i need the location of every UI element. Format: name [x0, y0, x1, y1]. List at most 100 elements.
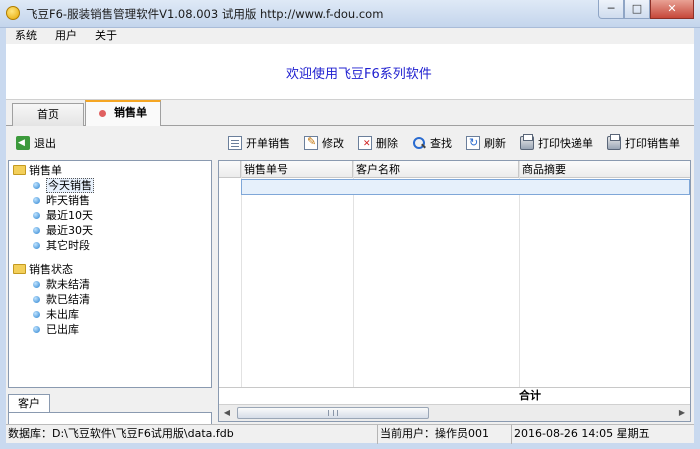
welcome-text: 欢迎使用飞豆F6系列软件 — [286, 67, 432, 82]
bullet-icon — [33, 326, 40, 333]
bullet-icon — [33, 281, 40, 288]
customer-panel — [8, 412, 212, 424]
refresh-label: 刷新 — [484, 137, 506, 150]
tree-item-label: 最近10天 — [46, 209, 93, 222]
menu-about[interactable]: 关于 — [86, 28, 126, 44]
tree-node-status[interactable]: 销售状态 — [13, 262, 90, 277]
status-database: 数据库：D:\飞豆软件\飞豆F6试用版\data.fdb — [6, 425, 378, 444]
search-button[interactable]: 查找 — [412, 134, 452, 152]
window-title: 飞豆F6-服装销售管理软件V1.08.003 试用版 http://www.f-… — [26, 7, 384, 21]
bullet-icon — [33, 311, 40, 318]
row-indicator-header — [219, 161, 241, 178]
menu-system[interactable]: 系统 — [6, 28, 46, 44]
edit-icon — [304, 135, 318, 150]
scroll-right-icon[interactable]: ▶ — [674, 405, 690, 421]
column-product-summary[interactable]: 商品摘要 — [519, 161, 690, 178]
tree-item-label: 未出库 — [46, 308, 79, 321]
exit-button[interactable]: 退出 — [16, 134, 56, 152]
tree-item-shipped[interactable]: 已出库 — [13, 322, 90, 337]
tree-item-last-30-days[interactable]: 最近30天 — [13, 223, 94, 238]
welcome-banner: 欢迎使用飞豆F6系列软件 — [6, 44, 694, 100]
tree-item-label: 款未结清 — [46, 278, 90, 291]
print-sales-button[interactable]: 打印销售单 — [607, 134, 680, 152]
refresh-icon — [466, 136, 480, 150]
category-tree: 销售单 今天销售 昨天销售 最近10天 最近30天 其它时段 销售状态 款未结清… — [8, 160, 212, 388]
tree-node-label: 销售状态 — [29, 263, 73, 276]
tree-item-label: 最近30天 — [46, 224, 93, 237]
tree-item-paid[interactable]: 款已结清 — [13, 292, 90, 307]
delete-label: 删除 — [376, 137, 398, 150]
folder-icon — [13, 165, 26, 175]
printer-icon — [520, 134, 534, 150]
column-customer-name[interactable]: 客户名称 — [353, 161, 519, 178]
column-order-number[interactable]: 销售单号 — [241, 161, 353, 178]
main-toolbar: 开单销售 修改 删除 查找 刷新 打印快递单 打印销售单 — [228, 134, 694, 152]
sales-order-grid[interactable]: 销售单号 客户名称 商品摘要 合计 ◀ ▶ — [218, 160, 691, 422]
title-bar: 飞豆F6-服装销售管理软件V1.08.003 试用版 http://www.f-… — [0, 0, 700, 28]
edit-button[interactable]: 修改 — [304, 134, 344, 152]
new-doc-icon — [228, 136, 242, 150]
tree-item-other-period[interactable]: 其它时段 — [13, 238, 94, 253]
tab-home[interactable]: 首页 — [12, 103, 84, 126]
folder-icon — [13, 264, 26, 274]
exit-label: 退出 — [34, 137, 56, 150]
tree-item-label: 其它时段 — [46, 239, 90, 252]
tab-customer[interactable]: 客户 — [8, 394, 50, 412]
tree-item-label: 昨天销售 — [46, 194, 90, 207]
left-toolbar: 退出 — [16, 134, 56, 152]
tree-item-not-shipped[interactable]: 未出库 — [13, 307, 90, 322]
delete-button[interactable]: 删除 — [358, 134, 398, 152]
print-express-label: 打印快递单 — [538, 137, 593, 150]
minimize-button[interactable]: ─ — [598, 0, 624, 19]
tab-indicator-icon — [99, 109, 106, 117]
scroll-left-icon[interactable]: ◀ — [219, 405, 235, 421]
refresh-button[interactable]: 刷新 — [466, 134, 506, 152]
tree-item-label: 已出库 — [46, 323, 79, 336]
bullet-icon — [33, 296, 40, 303]
delete-icon — [358, 136, 372, 150]
tree-group-sales: 销售单 今天销售 昨天销售 最近10天 最近30天 其它时段 — [13, 163, 94, 253]
tree-node-label: 销售单 — [29, 164, 62, 177]
bullet-icon — [33, 227, 40, 234]
print-sales-label: 打印销售单 — [625, 137, 680, 150]
window-controls: ─ □ ✕ — [598, 0, 694, 20]
tree-node-sales[interactable]: 销售单 — [13, 163, 94, 178]
total-label: 合计 — [519, 389, 541, 402]
bullet-icon — [33, 242, 40, 249]
close-button[interactable]: ✕ — [650, 0, 694, 19]
tree-group-status: 销售状态 款未结清 款已结清 未出库 已出库 — [13, 262, 90, 337]
tree-item-yesterday[interactable]: 昨天销售 — [13, 193, 94, 208]
grid-footer: 合计 — [219, 387, 690, 403]
main-panel: 退出 开单销售 修改 删除 查找 刷新 打印快递单 打印销售单 — [6, 126, 694, 424]
tab-sales-order-label: 销售单 — [114, 106, 147, 119]
maximize-button[interactable]: □ — [624, 0, 650, 19]
status-bar: 数据库：D:\飞豆软件\飞豆F6试用版\data.fdb 当前用户：操作员001… — [6, 424, 694, 444]
grid-header: 销售单号 客户名称 商品摘要 — [219, 161, 690, 178]
menu-user[interactable]: 用户 — [46, 28, 86, 44]
tab-sales-order[interactable]: 销售单 — [85, 100, 161, 127]
tree-item-today[interactable]: 今天销售 — [13, 178, 94, 193]
tree-item-label: 今天销售 — [46, 178, 94, 193]
status-user: 当前用户：操作员001 — [378, 425, 512, 444]
exit-icon — [16, 136, 30, 150]
tree-item-unpaid[interactable]: 款未结清 — [13, 277, 90, 292]
selected-row[interactable] — [241, 179, 690, 195]
grip-icon — [328, 410, 338, 416]
print-express-button[interactable]: 打印快递单 — [520, 134, 593, 152]
app-logo-icon — [6, 6, 20, 20]
search-label: 查找 — [430, 137, 452, 150]
tree-item-last-10-days[interactable]: 最近10天 — [13, 208, 94, 223]
new-sale-label: 开单销售 — [246, 137, 290, 150]
tree-item-label: 款已结清 — [46, 293, 90, 306]
bullet-icon — [33, 197, 40, 204]
search-icon — [412, 136, 426, 150]
bullet-icon — [33, 182, 40, 189]
horizontal-scrollbar[interactable]: ◀ ▶ — [219, 404, 690, 421]
edit-label: 修改 — [322, 137, 344, 150]
tab-strip: 首页 销售单 — [6, 100, 694, 127]
menu-bar: 系统 用户 关于 — [6, 28, 694, 44]
status-datetime: 2016-08-26 14:05 星期五 — [514, 427, 650, 440]
new-sale-button[interactable]: 开单销售 — [228, 134, 290, 152]
scroll-thumb[interactable] — [237, 407, 429, 419]
printer-icon — [607, 134, 621, 150]
